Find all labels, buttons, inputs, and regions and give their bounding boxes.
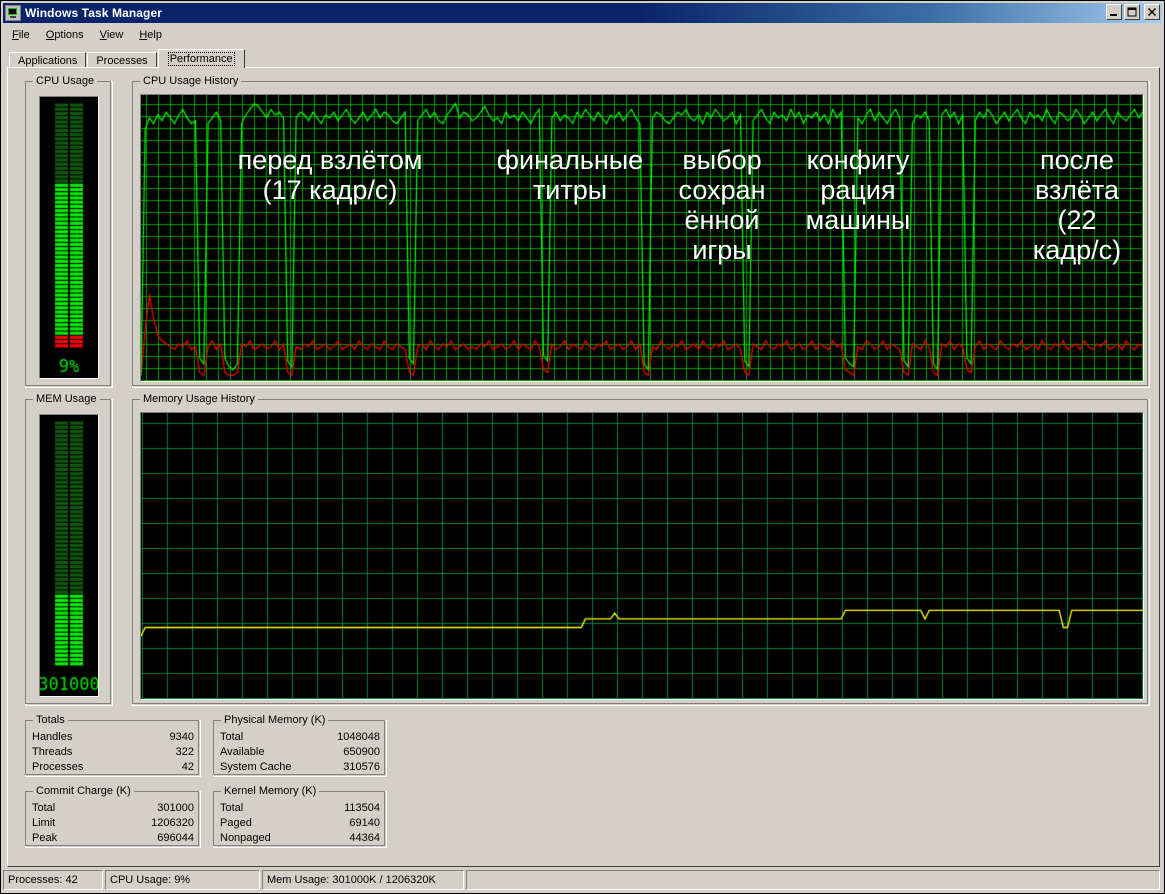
menu-view-rest: iew (106, 29, 124, 41)
commit-value-peak: 696044 (157, 832, 194, 844)
kernel-memory-row: Paged 69140 (214, 816, 386, 831)
status-cpu-usage: CPU Usage: 9% (105, 870, 260, 890)
menu-view[interactable]: View (92, 27, 132, 43)
totals-row: Threads 322 (26, 745, 200, 760)
status-bar: Processes: 42 CPU Usage: 9% Mem Usage: 3… (3, 870, 1162, 890)
commit-label-total: Total (32, 802, 56, 814)
totals-value-processes: 42 (181, 761, 194, 773)
menu-help[interactable]: Help (131, 27, 170, 43)
cpu-usage-meter (39, 96, 99, 379)
cpu-usage-meter-canvas (40, 97, 98, 378)
minimize-button[interactable] (1106, 4, 1122, 20)
tab-applications-label: Applications (18, 55, 78, 67)
totals-row: Processes 42 (26, 760, 200, 775)
task-manager-window: Windows Task Manager File Options View H… (0, 0, 1165, 894)
status-mem-usage: Mem Usage: 301000K / 1206320K (262, 870, 464, 890)
phys-value-total: 1048048 (337, 731, 380, 743)
totals-group: Totals Handles 9340 Threads 322 Processe… (25, 714, 201, 777)
commit-value-total: 301000 (157, 802, 194, 814)
menu-options-rest: ptions (54, 29, 84, 41)
kernel-memory-row: Nonpaged 44364 (214, 831, 386, 846)
tab-performance-label: Performance (167, 52, 235, 66)
commit-label-peak: Peak (32, 832, 58, 844)
physical-memory-rows: Total 1048048 Available 650900 System Ca… (214, 730, 386, 775)
totals-label-threads: Threads (32, 746, 73, 758)
window-controls (1106, 4, 1160, 20)
phys-label-available: Available (220, 746, 265, 758)
kernel-label-nonpaged: Nonpaged (220, 832, 271, 844)
commit-charge-row: Peak 696044 (26, 831, 200, 846)
status-spacer (466, 870, 1160, 890)
totals-rows: Handles 9340 Threads 322 Processes 42 (26, 730, 200, 775)
maximize-button[interactable] (1124, 4, 1140, 20)
kernel-memory-row: Total 113504 (214, 801, 386, 816)
phys-label-system-cache: System Cache (220, 761, 292, 773)
menu-bar: File Options View Help (4, 26, 1161, 44)
title-bar: Windows Task Manager (3, 3, 1162, 23)
commit-label-limit: Limit (32, 817, 56, 829)
mem-usage-meter-canvas (40, 415, 98, 696)
totals-value-threads: 322 (175, 746, 194, 758)
mem-usage-group-title: MEM Usage (33, 393, 100, 405)
kernel-label-paged: Paged (220, 817, 252, 829)
kernel-memory-group-title: Kernel Memory (K) (221, 785, 320, 797)
menu-file[interactable]: File (4, 27, 38, 43)
totals-value-handles: 9340 (169, 731, 194, 743)
kernel-value-paged: 69140 (349, 817, 380, 829)
task-manager-icon (5, 5, 21, 21)
kernel-value-nonpaged: 44364 (349, 832, 380, 844)
mem-usage-meter (39, 414, 99, 697)
menu-file-rest: ile (18, 29, 30, 41)
tab-performance[interactable]: Performance (157, 49, 245, 68)
commit-charge-row: Limit 1206320 (26, 816, 200, 831)
cpu-usage-group-title: CPU Usage (33, 75, 98, 87)
kernel-memory-group: Kernel Memory (K) Total 113504 Paged 691… (213, 785, 387, 848)
commit-charge-row: Total 301000 (26, 801, 200, 816)
window-title: Windows Task Manager (25, 6, 163, 20)
totals-row: Handles 9340 (26, 730, 200, 745)
cpu-history-group-title: CPU Usage History (140, 75, 242, 87)
phys-label-total: Total (220, 731, 244, 743)
menu-help-rest: elp (147, 29, 162, 41)
cpu-history-canvas (141, 95, 1143, 381)
commit-value-limit: 1206320 (151, 817, 194, 829)
physical-memory-group: Physical Memory (K) Total 1048048 Availa… (213, 714, 387, 777)
memory-history-canvas (141, 413, 1143, 699)
memory-history-group-title: Memory Usage History (140, 393, 258, 405)
close-button[interactable] (1144, 4, 1160, 20)
commit-charge-group: Commit Charge (K) Total 301000 Limit 120… (25, 785, 201, 848)
cpu-history-graph: перед взлётом (17 кадр/с) финальные титры… (140, 94, 1144, 382)
status-processes: Processes: 42 (3, 870, 103, 890)
kernel-label-total: Total (220, 802, 244, 814)
totals-label-handles: Handles (32, 731, 73, 743)
phys-value-available: 650900 (343, 746, 380, 758)
memory-history-graph (140, 412, 1144, 700)
physical-memory-row: Available 650900 (214, 745, 386, 760)
commit-charge-rows: Total 301000 Limit 1206320 Peak 696044 (26, 801, 200, 846)
physical-memory-row: System Cache 310576 (214, 760, 386, 775)
phys-value-system-cache: 310576 (343, 761, 380, 773)
commit-charge-group-title: Commit Charge (K) (33, 785, 134, 797)
physical-memory-group-title: Physical Memory (K) (221, 714, 329, 726)
kernel-value-total: 113504 (344, 802, 380, 814)
totals-group-title: Totals (33, 714, 68, 726)
totals-label-processes: Processes (32, 761, 84, 773)
menu-options[interactable]: Options (38, 27, 92, 43)
tab-processes-label: Processes (96, 55, 148, 67)
physical-memory-row: Total 1048048 (214, 730, 386, 745)
kernel-memory-rows: Total 113504 Paged 69140 Nonpaged 44364 (214, 801, 386, 846)
tab-strip: Applications Processes Performance (9, 49, 1158, 69)
